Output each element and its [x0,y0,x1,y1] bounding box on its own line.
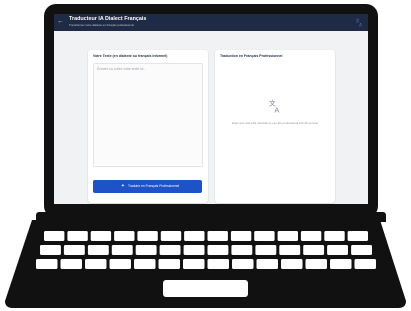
svg-text:A: A [359,22,362,27]
empty-state-message: Enter text and click translate to see th… [231,121,319,125]
keyboard-key [109,259,131,269]
translate-button-label: Traduire en Français Professionnel [128,184,180,188]
keyboard-key [255,245,277,255]
app-subtitle: Transformez votre dialecte en français p… [69,23,134,27]
keyboard-key [232,259,254,269]
keyboard-key [87,245,109,255]
keyboard-key [114,231,135,241]
keyboard-key [324,231,345,241]
keyboard-key [183,245,205,255]
svg-text:A: A [274,106,279,114]
keyboard-key [36,259,58,269]
keyboard-key [303,245,325,255]
keyboard-key [330,259,352,269]
app-header: ← Traducteur IA Dialect Français Transfo… [54,14,368,31]
keyboard-key [63,245,85,255]
keyboard-key [207,245,229,255]
keyboard-key [327,245,348,255]
app-title: Traducteur IA Dialect Français [69,16,147,22]
keyboard-key [354,259,376,269]
source-text-input[interactable]: Écrivez ou collez votre texte ici... [93,63,203,167]
keyboard-key [279,245,301,255]
keyboard-key [300,231,322,241]
trackpad[interactable] [163,280,248,297]
input-panel: Votre Texte (en dialecte ou français inf… [88,50,208,203]
keyboard-key [351,245,372,255]
keyboard-key [111,245,133,255]
keyboard-key [277,231,298,241]
keyboard-key [230,231,252,241]
keyboard-key [207,231,228,241]
keyboard-key [207,259,229,269]
keyboard-key [85,259,107,269]
keyboard-key [90,231,112,241]
keyboard-key [305,259,327,269]
back-arrow-icon[interactable]: ← [57,17,64,26]
keyboard-key [254,231,275,241]
keyboard-key [256,259,278,269]
laptop-keyboard-base [5,220,406,308]
keyboard-key [281,259,303,269]
keyboard-key [67,231,88,241]
keyboard-key [158,259,180,269]
keyboard-key [159,245,181,255]
keyboard-key [347,231,368,241]
keyboard-key [183,259,205,269]
input-panel-title: Votre Texte (en dialecte ou français inf… [93,54,168,58]
keyboard-key [184,231,205,241]
output-panel: Traduction en Français Professionnel 文 A… [215,50,335,203]
keyboard-key [231,245,253,255]
keyboard-key [134,259,156,269]
keyboard-key [40,245,61,255]
output-panel-title: Traduction en Français Professionnel [220,54,283,58]
keyboard-key [44,231,65,241]
sparkle-icon: ✦ [121,183,125,188]
keyboard-key [135,245,157,255]
laptop-screen: ← Traducteur IA Dialect Français Transfo… [54,14,368,204]
keyboard-key [60,259,82,269]
translate-button[interactable]: ✦ Traduire en Français Professionnel [93,180,202,193]
input-placeholder: Écrivez ou collez votre texte ici... [97,67,147,71]
keyboard-key [160,231,182,241]
translate-icon: 文 A [269,98,279,114]
translate-icon[interactable]: 文 A [355,18,364,27]
keyboard-key [137,231,158,241]
